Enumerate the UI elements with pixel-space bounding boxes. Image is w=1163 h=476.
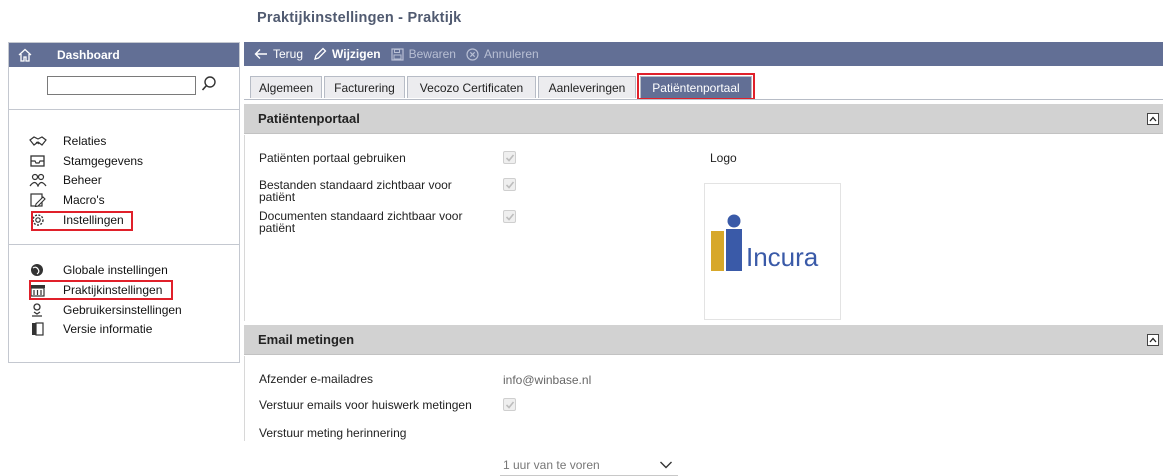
inbox-icon: [29, 153, 51, 169]
reminder-select[interactable]: 1 uur van te voren: [500, 454, 678, 476]
chevron-down-icon: [659, 460, 673, 470]
sidebar-divider: [9, 244, 239, 245]
sidebar-item-label: Gebruikersinstellingen: [63, 303, 182, 317]
portal-use-checkbox[interactable]: [503, 151, 516, 164]
floppy-disk-icon: [390, 47, 404, 61]
sender-label: Afzender e-mailadres: [259, 372, 374, 386]
cancel-label: Annuleren: [483, 47, 539, 61]
documents-visible-label-2: patiënt: [259, 221, 296, 235]
sender-value: info@winbase.nl: [503, 373, 592, 387]
portal-section-body: Patiënten portaal gebruiken Bestanden st…: [244, 135, 1163, 321]
reminder-select-value: 1 uur van te voren: [503, 458, 600, 472]
collapse-icon[interactable]: [1147, 113, 1159, 125]
globe-icon: [29, 262, 51, 278]
tabs-divider: [244, 99, 1163, 100]
email-section-header[interactable]: Email metingen: [244, 325, 1163, 355]
dashboard-label: Dashboard: [57, 48, 120, 62]
sidebar-item-label: Relaties: [63, 134, 107, 148]
sidebar: Dashboard Relaties Stamgegevens Beheer M…: [8, 42, 240, 363]
reminder-label: Verstuur meting herinnering: [259, 426, 407, 440]
back-button[interactable]: Terug: [254, 47, 303, 61]
edit-document-icon: [29, 192, 51, 208]
edit-label: Wijzigen: [332, 47, 381, 61]
portal-section-header[interactable]: Patiëntenportaal: [244, 104, 1163, 134]
sidebar-item-label: Versie informatie: [63, 322, 153, 336]
tab-facturering[interactable]: Facturering: [324, 76, 405, 98]
search-icon[interactable]: [201, 75, 217, 93]
home-icon: [17, 47, 33, 63]
save-label: Bewaren: [408, 47, 456, 61]
pencil-icon: [313, 47, 327, 61]
collapse-icon[interactable]: [1147, 334, 1159, 346]
send-emails-label: Verstuur emails voor huiswerk metingen: [259, 398, 472, 412]
portal-section-title: Patiëntenportaal: [258, 111, 360, 126]
toolbar: Terug Wijzigen Bewaren Annuleren: [244, 42, 1163, 66]
highlight-patientenportaal-tab: [637, 73, 755, 100]
sidebar-item-label: Beheer: [63, 173, 102, 187]
sidebar-search-input[interactable]: [47, 76, 196, 95]
email-section-title: Email metingen: [258, 332, 355, 347]
files-visible-label-2: patiënt: [259, 190, 296, 204]
send-emails-checkbox[interactable]: [503, 398, 516, 411]
portal-use-label: Patiënten portaal gebruiken: [259, 151, 406, 165]
tab-aanleveringen[interactable]: Aanleveringen: [538, 76, 636, 98]
tab-algemeen[interactable]: Algemeen: [250, 76, 322, 98]
tab-bar: Algemeen Facturering Vecozo Certificaten…: [244, 66, 1163, 100]
edit-button[interactable]: Wijzigen: [313, 47, 381, 61]
sidebar-item-gebruikersinstellingen[interactable]: Gebruikersinstellingen: [29, 301, 182, 319]
sidebar-item-relaties[interactable]: Relaties: [29, 132, 106, 150]
documents-visible-checkbox[interactable]: [503, 210, 516, 223]
sidebar-item-globale-instellingen[interactable]: Globale instellingen: [29, 261, 168, 279]
sidebar-item-label: Stamgegevens: [63, 154, 144, 168]
sidebar-item-label: Globale instellingen: [63, 263, 168, 277]
cancel-button[interactable]: Annuleren: [466, 47, 539, 61]
sidebar-divider: [9, 109, 239, 110]
logo-text: Incura: [746, 242, 819, 272]
sidebar-item-macros[interactable]: Macro's: [29, 191, 105, 209]
sidebar-item-beheer[interactable]: Beheer: [29, 171, 102, 189]
sidebar-item-versie-informatie[interactable]: Versie informatie: [29, 320, 152, 338]
handshake-icon: [29, 133, 51, 149]
cancel-circle-icon: [466, 47, 479, 61]
users-icon: [29, 172, 51, 188]
highlight-instellingen: [31, 211, 133, 231]
files-visible-checkbox[interactable]: [503, 178, 516, 191]
sidebar-item-stamgegevens[interactable]: Stamgegevens: [29, 152, 143, 170]
back-label: Terug: [273, 47, 304, 61]
book-icon: [29, 321, 51, 337]
logo-image[interactable]: Incura: [704, 183, 841, 320]
sidebar-item-label: Macro's: [63, 193, 105, 207]
sidebar-header[interactable]: Dashboard: [9, 43, 239, 67]
highlight-praktijkinstellingen: [29, 280, 173, 300]
tab-vecozo-certificaten[interactable]: Vecozo Certificaten: [407, 76, 536, 98]
logo-label: Logo: [710, 151, 737, 165]
save-button[interactable]: Bewaren: [390, 47, 456, 61]
email-section-body: Afzender e-mailadres info@winbase.nl Ver…: [244, 356, 1163, 476]
page-title: Praktijkinstellingen - Praktijk: [257, 10, 462, 26]
arrow-left-icon: [254, 48, 268, 60]
user-badge-icon: [29, 302, 51, 318]
